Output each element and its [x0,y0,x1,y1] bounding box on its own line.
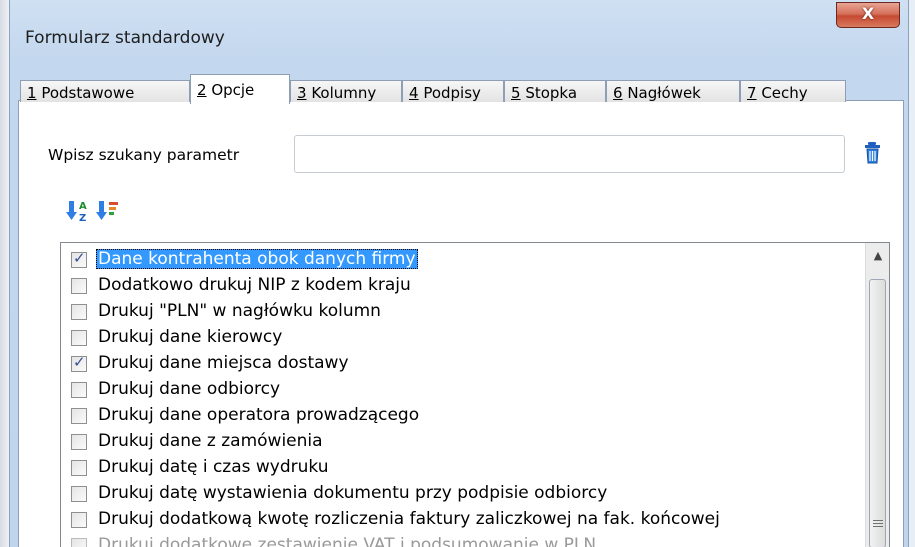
background-strip [0,0,9,547]
list-item[interactable]: Drukuj dane z zamówienia [61,429,866,455]
checkbox[interactable] [71,486,87,502]
option-label: Drukuj dodatkową kwotę rozliczenia faktu… [98,509,720,529]
tab-mnemonic: 6 [613,84,623,102]
list-item[interactable]: Drukuj dane odbiorcy [61,377,866,403]
option-label: Drukuj datę wystawienia dokumentu przy p… [98,483,608,503]
tab-label: Cechy [756,84,808,102]
option-label: Drukuj dane z zamówienia [98,431,323,451]
sort-az-icon[interactable]: A Z [65,198,91,224]
option-label: Drukuj dane odbiorcy [98,379,281,399]
tab-label: Podstawowe [36,84,135,102]
tab-label: Opcje [206,81,255,99]
option-label: Drukuj dodatkowe zestawienie VAT i podsu… [98,535,597,547]
tab-podstawowe[interactable]: 1 Podstawowe [20,80,190,102]
tab-mnemonic: 2 [197,81,207,99]
tab-cechy[interactable]: 7 Cechy [740,80,846,102]
tab-label: Nagłówek [622,84,701,102]
list-item[interactable]: Drukuj dodatkowe zestawienie VAT i podsu… [61,533,866,547]
tab-mnemonic: 7 [747,84,757,102]
checkbox[interactable] [71,512,87,528]
list-item[interactable]: Drukuj datę i czas wydruku [61,455,866,481]
checkbox[interactable] [71,330,87,346]
option-label: Drukuj dane miejsca dostawy [98,353,349,373]
option-label: Dane kontrahenta obok danych firmy [96,249,418,269]
tab-naglowek[interactable]: 6 Nagłówek [606,80,740,102]
tab-mnemonic: 4 [409,84,419,102]
close-button[interactable]: X [836,2,900,28]
tab-label: Kolumny [306,84,377,102]
list-item[interactable]: Drukuj dane miejsca dostawy [61,351,866,377]
checkbox[interactable] [71,434,87,450]
option-label: Drukuj datę i czas wydruku [98,457,329,477]
checkbox[interactable] [71,353,87,372]
tab-mnemonic: 3 [297,84,307,102]
checkbox[interactable] [71,382,87,398]
window-title: Formularz standardowy [25,28,225,48]
list-item[interactable]: Drukuj dodatkową kwotę rozliczenia faktu… [61,507,866,533]
close-icon: X [861,4,875,23]
tab-mnemonic: 5 [511,84,521,102]
option-label: Dodatkowo drukuj NIP z kodem kraju [98,275,411,295]
tab-podpisy[interactable]: 4 Podpisy [402,80,504,102]
checkbox[interactable] [71,304,87,320]
checkbox[interactable] [71,538,87,547]
option-label: Drukuj dane kierowcy [98,327,283,347]
dialog-window: Formularz standardowy X 1 Podstawowe 2 O… [9,0,909,547]
option-label: Drukuj "PLN" w nagłówku kolumn [98,301,381,321]
svg-text:Z: Z [79,213,86,224]
scroll-up-icon[interactable]: ▲ [866,243,889,267]
vertical-scrollbar[interactable]: ▲ [865,243,889,547]
checkbox[interactable] [71,278,87,294]
checkbox[interactable] [71,408,87,424]
checkbox[interactable] [71,249,87,268]
list-item[interactable]: Drukuj datę wystawienia dokumentu przy p… [61,481,866,507]
tab-stopka[interactable]: 5 Stopka [504,80,606,102]
svg-text:A: A [79,201,87,212]
list-item[interactable]: Drukuj dane kierowcy [61,325,866,351]
list-item[interactable]: Drukuj dane operatora prowadzącego [61,403,866,429]
search-label: Wpisz szukany parametr [48,146,240,164]
options-checklist[interactable]: Dane kontrahenta obok danych firmy Dodat… [60,242,890,547]
trash-icon[interactable] [863,141,883,165]
checkbox[interactable] [71,460,87,476]
tab-label: Podpisy [418,84,481,102]
sort-filter-icon[interactable] [95,198,121,224]
search-input[interactable] [294,135,845,173]
tab-kolumny[interactable]: 3 Kolumny [290,80,402,102]
list-item[interactable]: Dane kontrahenta obok danych firmy [61,247,866,273]
tab-label: Stopka [520,84,578,102]
list-item[interactable]: Dodatkowo drukuj NIP z kodem kraju [61,273,866,299]
option-label: Drukuj dane operatora prowadzącego [98,405,420,425]
tab-mnemonic: 1 [27,84,37,102]
scroll-thumb[interactable] [869,279,886,547]
tab-opcje[interactable]: 2 Opcje [190,74,290,104]
grip-icon [873,520,883,529]
list-item[interactable]: Drukuj "PLN" w nagłówku kolumn [61,299,866,325]
